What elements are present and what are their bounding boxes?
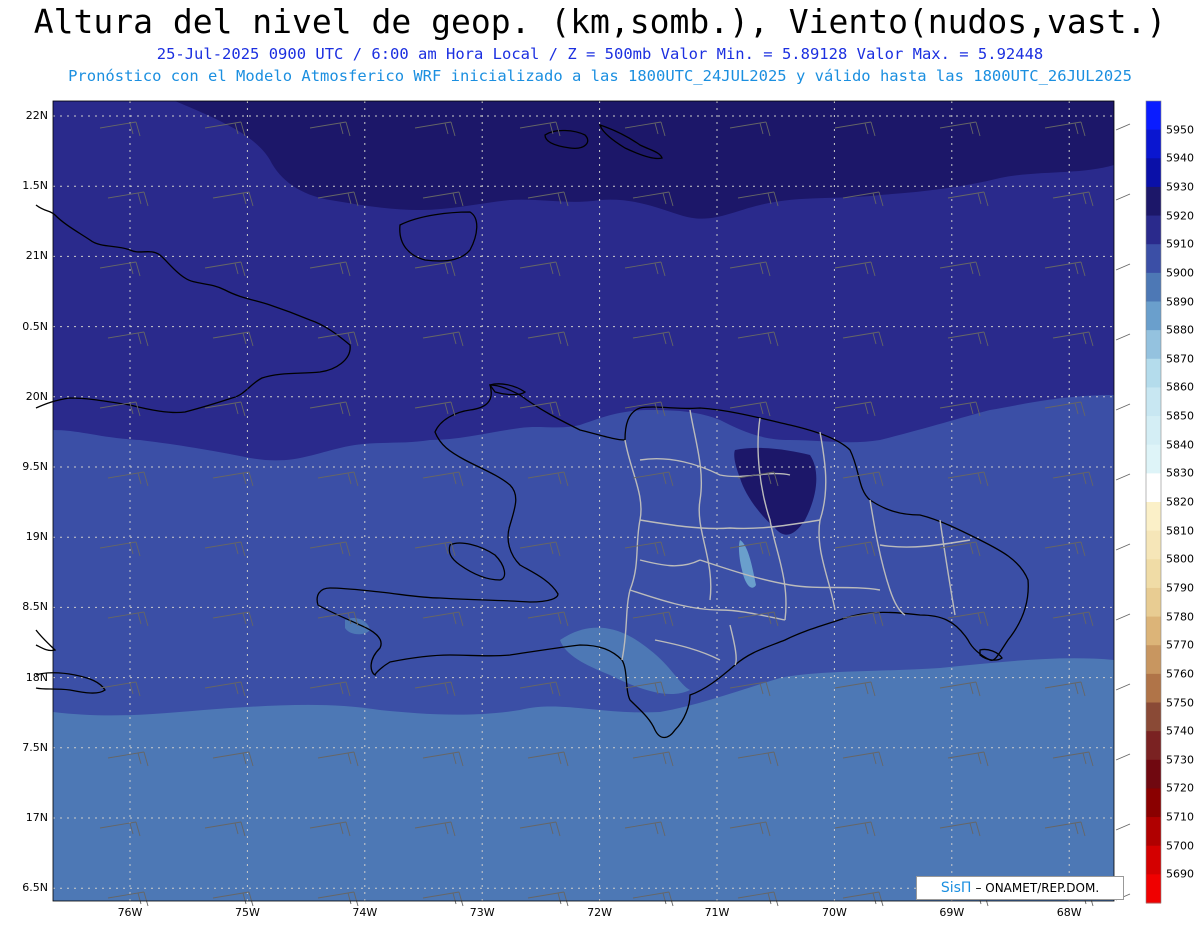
lat-label: 20N — [25, 389, 48, 403]
colorbar-label: 5890 — [1166, 295, 1194, 308]
lat-label: 7.5N — [22, 740, 48, 754]
lon-label: 76W — [117, 906, 143, 919]
lon-label: 68W — [1056, 906, 1082, 919]
lat-label: 18N — [25, 670, 48, 684]
colorbar-swatch — [1146, 530, 1161, 560]
wind-barb — [1115, 473, 1131, 481]
colorbar-swatch — [1146, 215, 1161, 245]
colorbar-label: 5800 — [1166, 552, 1194, 566]
colorbar-swatch — [1146, 101, 1161, 131]
colorbar-swatch — [1146, 473, 1161, 503]
colorbar-label: 5920 — [1166, 209, 1194, 223]
wind-barb — [1115, 753, 1131, 761]
colorbar-swatch — [1146, 330, 1161, 360]
colorbar-label: 5830 — [1166, 466, 1194, 480]
colorbar-swatch — [1146, 702, 1161, 732]
lon-label: 75W — [234, 906, 260, 919]
coast-jamaica-w — [35, 629, 57, 652]
colorbar-label: 5730 — [1166, 753, 1194, 767]
geopotential-field — [53, 101, 1114, 901]
wind-barb — [1115, 263, 1131, 271]
colorbar-swatch — [1146, 416, 1161, 446]
lon-label: 71W — [704, 906, 730, 919]
colorbar-label: 5770 — [1166, 638, 1194, 652]
lon-label: 72W — [587, 906, 613, 919]
colorbar-label: 5750 — [1166, 696, 1194, 709]
colorbar-label: 5780 — [1166, 610, 1194, 624]
model-info-subtitle: Pronóstico con el Modelo Atmosferico WRF… — [68, 67, 1132, 85]
valid-time-subtitle: 25-Jul-2025 0900 UTC / 6:00 am Hora Loca… — [156, 45, 1044, 63]
lat-label: 19N — [25, 530, 48, 544]
lat-label: 21N — [25, 249, 48, 263]
colorbar-swatch — [1146, 129, 1161, 159]
colorbar-swatch — [1146, 301, 1161, 331]
map-title: Altura del nivel de geop. (km,somb.), Vi… — [33, 2, 1167, 41]
lon-label: 74W — [352, 906, 378, 919]
colorbar-swatch — [1146, 788, 1161, 818]
lon-label: 73W — [469, 906, 495, 919]
colorbar — [1145, 100, 1162, 904]
colorbar-label: 5940 — [1166, 151, 1194, 165]
colorbar-label: 5710 — [1166, 810, 1194, 824]
colorbar-label: 5790 — [1166, 581, 1194, 595]
colorbar-label: 5820 — [1166, 495, 1194, 509]
colorbar-label: 5810 — [1166, 524, 1194, 538]
wind-barb — [1115, 403, 1131, 411]
colorbar-label: 5930 — [1166, 180, 1194, 194]
colorbar-label: 5880 — [1166, 323, 1194, 337]
colorbar-swatch — [1146, 845, 1161, 875]
wind-barb — [1115, 123, 1131, 131]
colorbar-swatch — [1146, 874, 1161, 904]
colorbar-swatch — [1146, 587, 1161, 618]
lat-label: 9.5N — [22, 460, 48, 473]
colorbar-swatch — [1146, 387, 1161, 417]
colorbar-label: 5870 — [1166, 352, 1194, 366]
lon-label: 69W — [939, 906, 965, 919]
lat-label: 6.5N — [22, 881, 48, 895]
colorbar-label: 5860 — [1166, 380, 1194, 394]
credit-text: – ONAMET/REP.DOM. — [975, 881, 1100, 895]
lat-label: 0.5N — [22, 319, 48, 333]
wind-barb — [1115, 823, 1131, 831]
colorbar-label: 5900 — [1166, 266, 1194, 280]
colorbar-label: 5700 — [1166, 839, 1194, 853]
colorbar-swatch — [1146, 673, 1161, 703]
lat-label: 22N — [25, 109, 48, 122]
colorbar-swatch — [1146, 186, 1161, 217]
wind-barb — [1115, 613, 1131, 621]
colorbar-swatch — [1146, 759, 1161, 789]
colorbar-label: 5850 — [1166, 409, 1194, 423]
colorbar-swatch — [1146, 616, 1161, 646]
colorbar-swatch — [1146, 158, 1161, 188]
colorbar-label: 5740 — [1166, 724, 1194, 738]
colorbar-label: 5910 — [1166, 237, 1194, 251]
colorbar-label: 5720 — [1166, 781, 1194, 795]
colorbar-swatch — [1146, 817, 1161, 847]
wind-barb — [1115, 333, 1131, 341]
colorbar-label: 5840 — [1166, 438, 1194, 452]
credit-box: SisΠ – ONAMET/REP.DOM. — [916, 876, 1124, 900]
wind-barb — [1115, 193, 1131, 201]
colorbar-swatch — [1146, 358, 1161, 388]
colorbar-swatch — [1146, 272, 1161, 302]
colorbar-swatch — [1146, 444, 1161, 474]
colorbar-swatch — [1146, 244, 1161, 274]
lon-label: 70W — [821, 906, 847, 919]
colorbar-swatch — [1146, 731, 1161, 761]
lat-label: 8.5N — [22, 600, 48, 614]
colorbar-swatch — [1146, 645, 1161, 675]
colorbar-label: 5950 — [1166, 123, 1194, 137]
colorbar-swatch — [1146, 502, 1161, 532]
colorbar-swatch — [1146, 559, 1161, 589]
wind-barb — [1115, 543, 1131, 551]
forecast-map — [35, 100, 1162, 907]
credit-brand: SisΠ — [940, 880, 972, 896]
wind-barb — [1115, 683, 1131, 691]
lat-label: 17N — [25, 811, 48, 824]
colorbar-label: 5760 — [1166, 667, 1194, 681]
colorbar-label: 5690 — [1166, 867, 1194, 881]
lat-label: 1.5N — [22, 179, 48, 193]
